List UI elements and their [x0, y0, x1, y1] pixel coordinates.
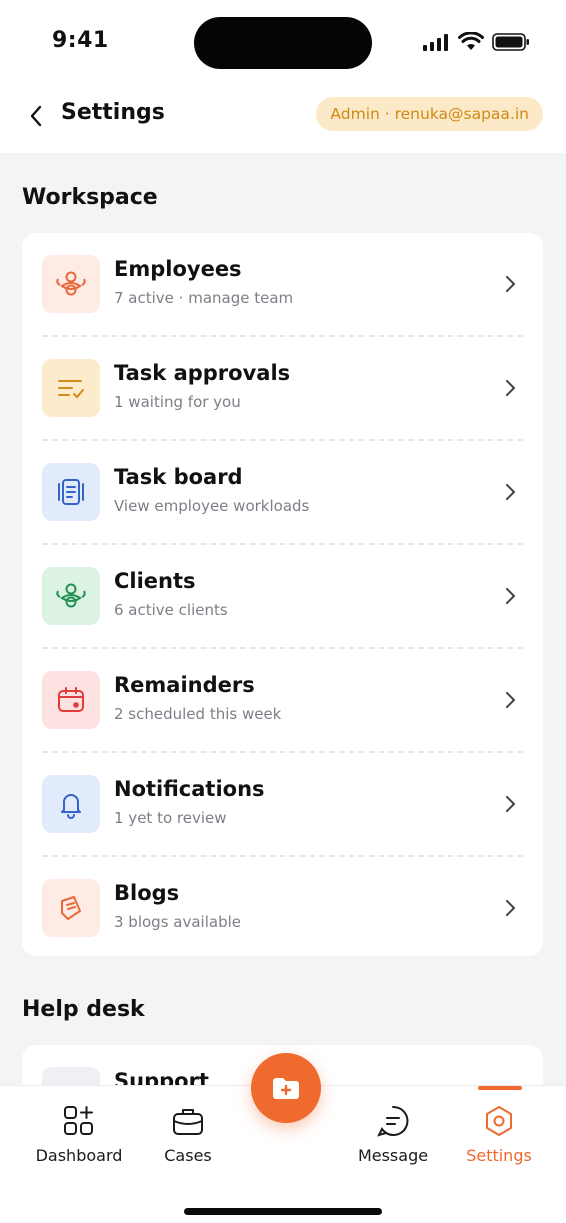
row-title: Remainders: [114, 673, 255, 697]
active-tab-indicator: [478, 1086, 522, 1090]
chevron-left-icon: [30, 105, 42, 127]
settings-row-blogs[interactable]: Blogs 3 blogs available: [22, 857, 543, 961]
clients-icon: [42, 567, 100, 625]
settings-row-remainders[interactable]: Remainders 2 scheduled this week: [22, 649, 543, 753]
row-subtitle: 7 active · manage team: [114, 289, 294, 307]
nav-dashboard[interactable]: Dashboard: [24, 1104, 134, 1165]
signal-icon: [423, 33, 448, 51]
nav-settings[interactable]: Settings: [444, 1104, 554, 1165]
settings-row-clients[interactable]: Clients 6 active clients: [22, 545, 543, 649]
add-case-button[interactable]: [251, 1053, 321, 1123]
status-icons: [422, 32, 530, 51]
blog-icon: [42, 879, 100, 937]
chevron-right-icon: [506, 796, 515, 812]
bell-icon: [42, 775, 100, 833]
settings-row-employees[interactable]: Employees 7 active · manage team: [22, 233, 543, 337]
row-title: Employees: [114, 257, 242, 281]
row-title: Task approvals: [114, 361, 291, 385]
add-folder-icon: [273, 1078, 299, 1099]
admin-badge: Admin · renuka@sapaa.in: [316, 97, 543, 131]
home-indicator: [184, 1208, 382, 1215]
calendar-icon: [42, 671, 100, 729]
status-time: 9:41: [52, 28, 109, 53]
checklist-icon: [42, 359, 100, 417]
header: Settings Admin · renuka@sapaa.in: [0, 88, 566, 144]
nav-label: Settings: [466, 1146, 532, 1165]
message-icon: [377, 1105, 409, 1137]
chevron-right-icon: [506, 588, 515, 604]
settings-row-task-board[interactable]: Task board View employee workloads: [22, 441, 543, 545]
dashboard-icon: [64, 1106, 93, 1135]
chevron-right-icon: [506, 276, 515, 292]
settings-row-notifications[interactable]: Notifications 1 yet to review: [22, 753, 543, 857]
page-title: Settings: [61, 100, 165, 125]
board-icon: [42, 463, 100, 521]
workspace-card: Employees 7 active · manage team Task ap…: [22, 233, 543, 956]
chevron-right-icon: [506, 380, 515, 396]
phone-screen: 9:41 Settings Admin · renuka@sapaa.in Wo…: [0, 0, 566, 1223]
nav-label: Dashboard: [35, 1146, 123, 1165]
settings-row-task-approvals[interactable]: Task approvals 1 waiting for you: [22, 337, 543, 441]
chevron-right-icon: [506, 692, 515, 708]
row-subtitle: 1 waiting for you: [114, 393, 241, 411]
back-button[interactable]: [22, 102, 50, 130]
row-title: Clients: [114, 569, 196, 593]
row-subtitle: 6 active clients: [114, 601, 228, 619]
row-title: Blogs: [114, 881, 180, 905]
section-title-help-desk: Help desk: [22, 997, 145, 1022]
nav-label: Message: [357, 1146, 429, 1165]
users-icon: [42, 255, 100, 313]
nav-cases[interactable]: Cases: [133, 1104, 243, 1165]
settings-icon: [486, 1106, 512, 1136]
row-subtitle: 1 yet to review: [114, 809, 227, 827]
row-subtitle: 3 blogs available: [114, 913, 241, 931]
chevron-right-icon: [506, 900, 515, 916]
dynamic-island: [194, 17, 372, 69]
section-title-workspace: Workspace: [22, 185, 158, 210]
wifi-icon: [458, 32, 484, 50]
battery-icon: [492, 32, 529, 51]
chevron-right-icon: [506, 484, 515, 500]
nav-message[interactable]: Message: [338, 1104, 448, 1165]
nav-label: Cases: [164, 1146, 212, 1165]
row-subtitle: 2 scheduled this week: [114, 705, 282, 723]
row-title: Notifications: [114, 777, 265, 801]
top-bar: 9:41 Settings Admin · renuka@sapaa.in: [0, 0, 566, 153]
briefcase-icon: [173, 1109, 203, 1135]
row-title: Task board: [114, 465, 243, 489]
row-subtitle: View employee workloads: [114, 497, 310, 515]
